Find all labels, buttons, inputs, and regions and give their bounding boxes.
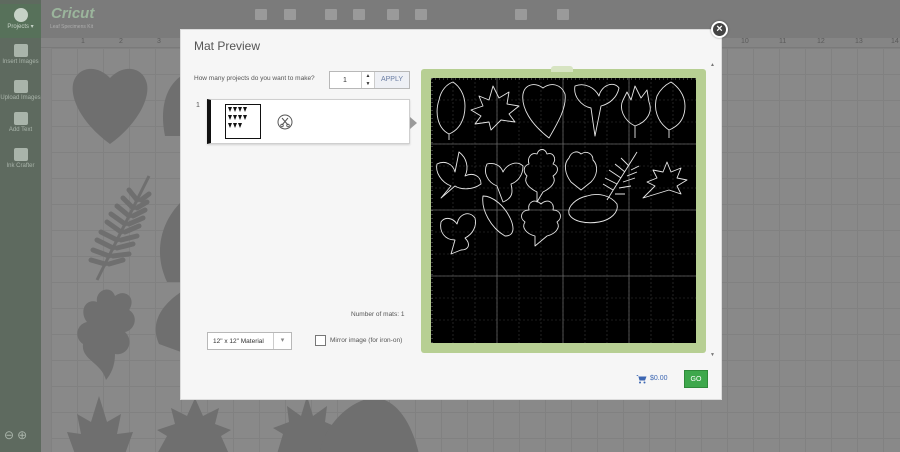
ruler-left — [41, 48, 51, 452]
cutting-mat — [421, 66, 706, 353]
scroll-up-icon[interactable]: ▲ — [710, 62, 715, 68]
mat-number: 1 — [196, 102, 200, 109]
projects-count-control: ▲ ▼ APPLY — [329, 71, 410, 89]
mat-leaf-7 — [436, 151, 482, 199]
save-icon[interactable] — [284, 9, 296, 20]
canvas-leaf-maple[interactable] — [65, 394, 135, 452]
left-panel-text[interactable]: Add Text — [0, 112, 41, 134]
zoom-controls: ⊖⊕ — [4, 428, 30, 442]
mat-leaf-6 — [655, 81, 686, 138]
projects-count-input[interactable] — [330, 72, 360, 88]
number-of-mats: Number of mats: 1 — [351, 311, 405, 318]
cart-icon[interactable] — [636, 374, 647, 384]
ruler-top-number: 10 — [741, 38, 749, 45]
projects-count-stepper[interactable]: ▲ ▼ — [361, 72, 374, 88]
selected-mat-arrow-icon — [410, 117, 417, 129]
mat-leaf-12 — [642, 161, 688, 199]
mat-thumbnail — [225, 104, 261, 139]
cricut-logo: Cricut — [51, 5, 95, 22]
canvas-leaf-partial-2[interactable] — [153, 202, 181, 282]
canvas-leaf-heart[interactable] — [65, 56, 155, 146]
ruler-top-number: 1 — [81, 38, 85, 45]
left-panel-insert-images[interactable]: Insert Images — [0, 44, 41, 66]
canvas-leaf-maple-2[interactable] — [153, 394, 233, 452]
canvas-leaf-partial[interactable] — [159, 76, 181, 136]
mat-preview-dialog: Mat Preview How many projects do you wan… — [180, 29, 722, 400]
left-panel: Projects ▾ Insert Images Upload Images A… — [0, 0, 41, 452]
mat-leaf-4 — [574, 83, 620, 137]
person-icon — [13, 8, 28, 22]
mat-leaf-8 — [485, 162, 524, 203]
zoom-in-icon[interactable]: ⊕ — [17, 428, 30, 442]
mat-leaf-16 — [568, 193, 618, 224]
scroll-down-icon[interactable]: ▼ — [710, 352, 715, 358]
mat-board — [431, 78, 696, 343]
zoom-out-icon[interactable]: ⊖ — [4, 428, 17, 442]
left-panel-insert-images-label: Insert Images — [2, 59, 39, 65]
arrange-icon[interactable] — [515, 9, 527, 20]
canvas-leaf-oak[interactable] — [71, 282, 141, 382]
canvas-leaf-large[interactable] — [319, 394, 419, 452]
mat-thumbnail-preview — [226, 105, 260, 138]
mat-leaf-3 — [522, 84, 566, 139]
redo-icon[interactable] — [353, 9, 365, 20]
chevron-down-icon[interactable]: ▾ — [273, 333, 291, 349]
settings-icon[interactable] — [557, 9, 569, 20]
mat-leaf-10 — [564, 151, 598, 191]
undo-icon[interactable] — [325, 9, 337, 20]
stepper-down-icon[interactable]: ▼ — [362, 80, 374, 88]
material-size-value: 12" x 12" Material — [213, 338, 264, 345]
cut-scissors-icon — [277, 114, 293, 130]
mat-leaf-5 — [621, 85, 651, 138]
mat-leaf-11 — [602, 151, 640, 201]
go-button[interactable]: GO — [684, 370, 708, 388]
stepper-up-icon[interactable]: ▲ — [362, 72, 374, 80]
left-panel-text-label: Add Text — [8, 127, 33, 133]
mirror-image-checkbox[interactable] — [315, 335, 326, 346]
apply-button[interactable]: APPLY — [374, 72, 409, 88]
dialog-title: Mat Preview — [194, 39, 261, 53]
ruler-top-number: 12 — [817, 38, 825, 45]
mat-leaf-2 — [470, 85, 520, 131]
left-panel-projects[interactable]: Projects ▾ — [0, 4, 41, 38]
ungroup-icon[interactable] — [415, 9, 427, 20]
material-size-select[interactable]: 12" x 12" Material ▾ — [207, 332, 292, 350]
text-icon — [13, 112, 28, 125]
upload-icon — [13, 80, 28, 93]
ruler-top-number: 11 — [779, 38, 787, 45]
left-panel-upload[interactable]: Upload Images — [0, 80, 41, 102]
ruler-top-number: 13 — [855, 38, 863, 45]
left-panel-projects-label: Projects ▾ — [7, 24, 34, 30]
folder-icon[interactable] — [255, 9, 267, 20]
mat-leaf-1 — [436, 81, 466, 140]
ruler-top-number: 2 — [119, 38, 123, 45]
projects-count-label: How many projects do you want to make? — [194, 75, 315, 82]
mat-grid-with-leaves[interactable] — [431, 78, 696, 343]
left-panel-tshirt-label: Ink Crafter — [6, 163, 35, 169]
group-icon[interactable] — [387, 9, 399, 20]
mat-hanger-tab — [551, 66, 573, 72]
mat-card-selected[interactable] — [207, 99, 410, 144]
mat-leaf-14 — [482, 195, 514, 237]
canvas-leaf-fern[interactable] — [87, 172, 157, 282]
ruler-top-number: 14 — [891, 38, 899, 45]
left-panel-upload-label: Upload Images — [0, 95, 41, 101]
close-icon[interactable]: × — [711, 21, 728, 38]
image-icon — [13, 44, 28, 57]
price-value[interactable]: $0.00 — [650, 375, 668, 382]
canvas-leaf-partial-3[interactable] — [149, 292, 181, 352]
tshirt-icon — [13, 148, 28, 161]
project-name: Leaf Specimens Kit — [50, 24, 94, 30]
mat-leaf-13 — [440, 213, 476, 255]
ruler-top-number: 3 — [157, 38, 161, 45]
mirror-image-label: Mirror image (for iron-on) — [330, 337, 403, 344]
left-panel-tshirt[interactable]: Ink Crafter — [0, 148, 41, 170]
